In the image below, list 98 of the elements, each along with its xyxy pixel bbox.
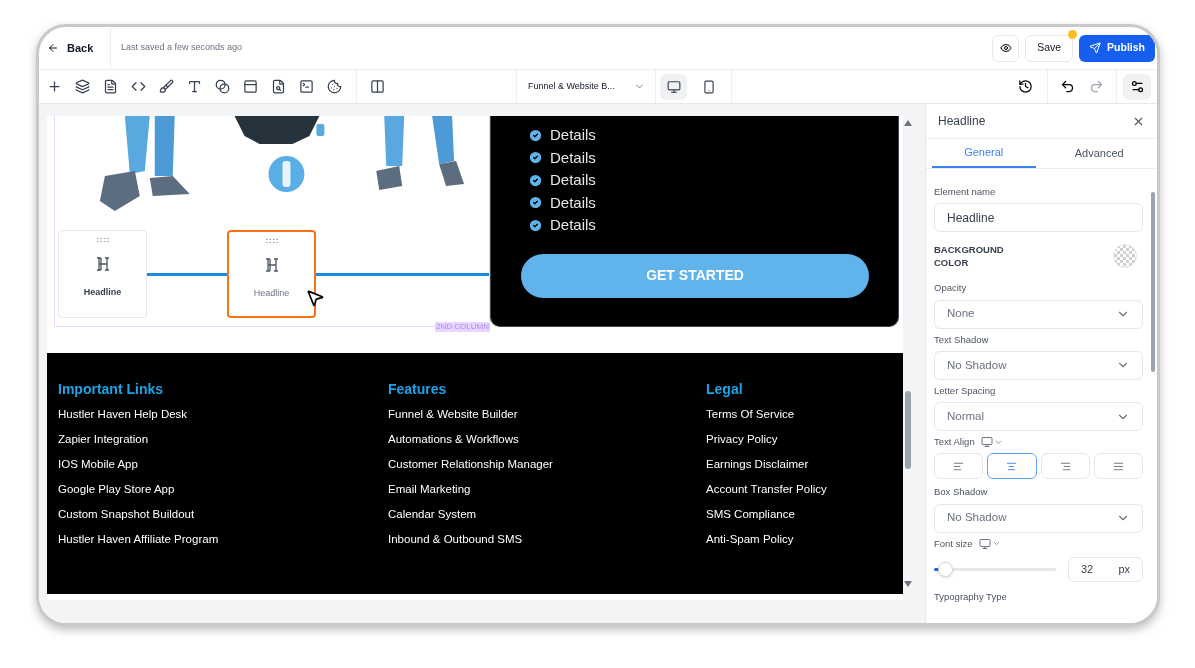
footer-link[interactable]: Earnings Disclaimer: [706, 456, 903, 481]
brush-icon[interactable]: [159, 79, 174, 94]
field-label: Box Shadow: [934, 485, 989, 500]
align-option[interactable]: [987, 453, 1037, 480]
panel-scrollbar[interactable]: [1151, 192, 1155, 372]
footer-link[interactable]: Hustler Haven Affiliate Program: [58, 531, 388, 556]
footer-link[interactable]: Calendar System: [388, 506, 706, 531]
check-circle-icon: [528, 150, 543, 166]
monitor-icon: [666, 79, 681, 94]
circles-icon[interactable]: [215, 79, 230, 94]
check-circle-icon: [528, 172, 543, 188]
text-icon[interactable]: [187, 79, 202, 94]
dropdown[interactable]: No Shadow: [934, 503, 1143, 533]
field-label: Letter Spacing: [934, 383, 997, 398]
footer-heading: Features: [388, 380, 448, 399]
monitor-icon[interactable]: [978, 537, 991, 550]
footer-heading: Important Links: [58, 380, 164, 399]
preview-button[interactable]: [992, 34, 1020, 62]
window-icon[interactable]: [243, 79, 258, 94]
panel-tab[interactable]: General: [932, 139, 1036, 168]
dropdown[interactable]: No Shadow: [934, 350, 1143, 380]
back-button[interactable]: Back: [39, 27, 111, 69]
footer-link[interactable]: Hustler Haven Help Desk: [58, 406, 388, 431]
field-label: BACKGROUND COLOR: [934, 243, 1005, 270]
footer-link[interactable]: Customer Relationship Manager: [388, 456, 706, 481]
scroll-down-icon[interactable]: [904, 581, 912, 587]
align-justify-icon: [1112, 460, 1124, 472]
transparent-swatch-icon[interactable]: [1113, 244, 1137, 269]
detail-text: Details: [550, 147, 596, 168]
cursor-icon: [305, 288, 325, 308]
code-icon[interactable]: [131, 79, 146, 94]
scroll-up-icon[interactable]: [904, 120, 912, 126]
footer-link[interactable]: IOS Mobile App: [58, 456, 388, 481]
layers-icon[interactable]: [75, 79, 90, 94]
slider-thumb[interactable]: [938, 561, 954, 577]
panel-title: Headline: [938, 113, 986, 130]
field-label: Typography Type: [934, 589, 1008, 604]
footer-link[interactable]: Custom Snapshot Buildout: [58, 506, 388, 531]
field-label: Text Shadow: [934, 332, 990, 347]
element-card[interactable]: Headline: [58, 230, 147, 318]
heading-icon: [264, 258, 279, 272]
cookie-icon[interactable]: [327, 79, 342, 94]
history-icon[interactable]: [1018, 79, 1033, 94]
undo-icon[interactable]: [1060, 79, 1075, 94]
settings-button[interactable]: [1123, 73, 1151, 100]
panel-tab[interactable]: Advanced: [1047, 139, 1151, 168]
field-label: Element name: [934, 185, 997, 199]
detail-text: Details: [550, 170, 596, 190]
field-label: Text Align: [934, 435, 975, 449]
scrollbar-thumb[interactable]: [905, 391, 911, 469]
element-label: Headline: [253, 287, 290, 300]
detail-text: Details: [550, 192, 596, 213]
add-icon[interactable]: [47, 79, 62, 94]
footer-link[interactable]: Zapier Integration: [58, 431, 388, 456]
document-icon[interactable]: [103, 79, 118, 94]
footer-link[interactable]: Google Play Store App: [58, 481, 388, 506]
terminal-icon[interactable]: [299, 79, 314, 94]
arrow-left-icon: [47, 42, 59, 54]
dropdown[interactable]: None: [934, 299, 1143, 329]
footer-link[interactable]: Email Marketing: [388, 481, 706, 506]
font-size-field[interactable]: 32 px: [1068, 556, 1143, 582]
detail-text: Details: [550, 215, 596, 235]
check-circle-icon: [528, 195, 543, 211]
footer-link[interactable]: Inbound & Outbound SMS: [388, 531, 706, 556]
footer-heading: Legal: [706, 380, 744, 399]
detail-text: Details: [550, 125, 596, 145]
field-label: Opacity: [934, 281, 968, 296]
element-name-field[interactable]: Headline: [934, 203, 1143, 233]
column-tag: 2ND COLUMN: [435, 322, 490, 332]
device-toggle[interactable]: [660, 73, 687, 100]
dropdown[interactable]: Normal: [934, 402, 1143, 431]
align-center-icon: [1006, 460, 1018, 472]
eye-icon: [999, 42, 1012, 54]
file-search-icon[interactable]: [271, 79, 286, 94]
check-circle-icon: [528, 127, 543, 143]
footer-link[interactable]: Anti-Spam Policy: [706, 531, 903, 556]
smartphone-icon: [701, 79, 716, 94]
heading-icon: [95, 257, 110, 271]
columns-icon[interactable]: [370, 79, 385, 94]
align-right-icon: [1059, 460, 1071, 472]
footer-link[interactable]: SMS Compliance: [706, 506, 903, 531]
save-status: Last saved a few seconds ago: [121, 41, 243, 55]
footer-link[interactable]: Privacy Policy: [706, 431, 903, 456]
unit-label: px: [1118, 562, 1130, 577]
element-card[interactable]: Headline: [227, 230, 316, 318]
align-left-icon: [953, 460, 965, 472]
footer-link[interactable]: Terms Of Service: [706, 406, 903, 431]
check-circle-icon: [528, 217, 543, 233]
monitor-icon[interactable]: [980, 436, 993, 449]
settings-icon: [1129, 79, 1145, 94]
footer-link[interactable]: Automations & Workflows: [388, 431, 706, 456]
field-label: Font size: [934, 536, 973, 551]
publish-button[interactable]: Publish: [1079, 34, 1155, 62]
footer-link[interactable]: Account Transfer Policy: [706, 481, 903, 506]
element-label: Headline: [83, 286, 122, 299]
page-selector[interactable]: Funnel & Website B...: [528, 79, 615, 94]
send-icon: [1089, 42, 1102, 54]
footer-link[interactable]: Funnel & Website Builder: [388, 406, 706, 431]
